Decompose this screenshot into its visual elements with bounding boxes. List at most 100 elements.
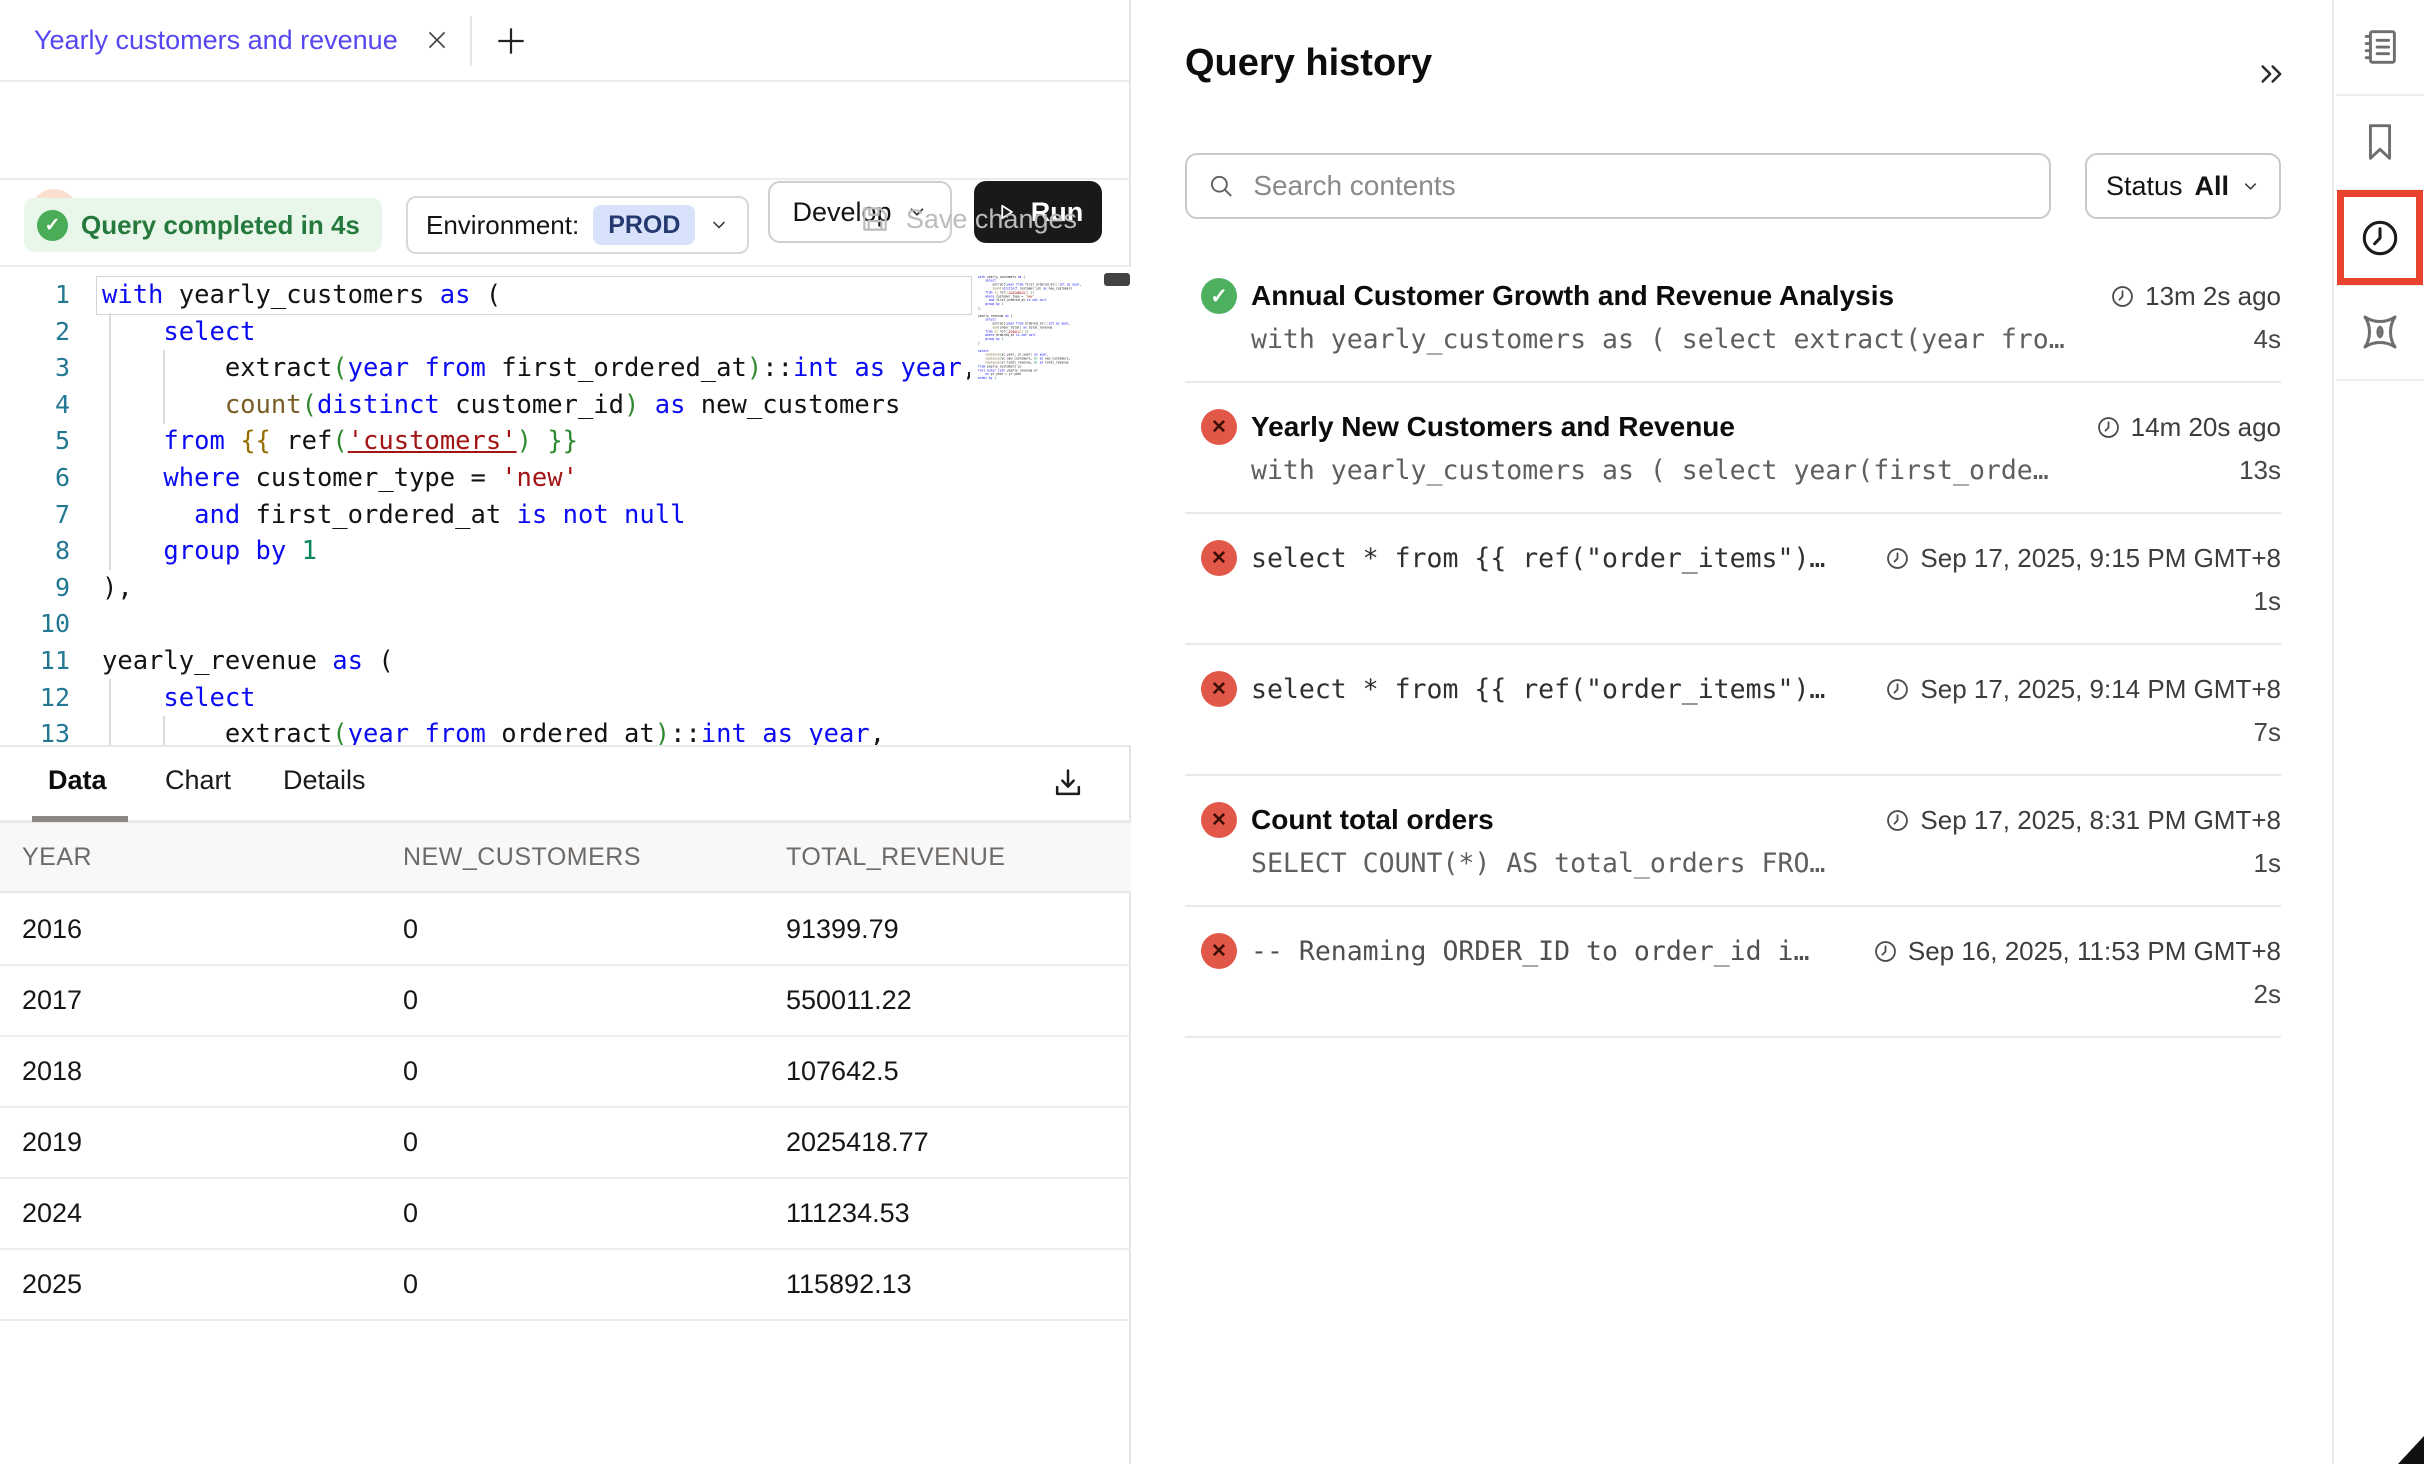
table-cell: 2017 [22, 985, 403, 1016]
code-line[interactable]: yearly_revenue as ( [102, 643, 970, 680]
history-item[interactable]: ✕Yearly New Customers and Revenue14m 20s… [1185, 383, 2281, 514]
table-cell: 2024 [22, 1198, 403, 1229]
compass-icon[interactable] [2336, 285, 2424, 379]
close-tab-icon[interactable] [424, 27, 450, 53]
tab-details[interactable]: Details [283, 765, 366, 796]
table-header: YEAR NEW_CUSTOMERS TOTAL_REVENUE [0, 822, 1131, 893]
table-row[interactable]: 2016091399.79 [0, 895, 1131, 966]
history-item-sql-preview: with yearly_customers as ( select year(f… [1251, 455, 2239, 486]
history-item-title: Count total orders [1251, 804, 1870, 836]
table-cell: 91399.79 [786, 914, 1131, 945]
code-line[interactable]: count(distinct customer_id) as new_custo… [102, 387, 970, 424]
table-cell: 550011.22 [786, 985, 1131, 1016]
history-item[interactable]: ✕ select * from {{ ref("order_items")… Sep… [1185, 645, 2281, 776]
panel-title: Query history [1185, 42, 1432, 85]
table-cell: 2025 [22, 1269, 403, 1300]
query-status-text: Query completed in 4s [81, 210, 360, 241]
line-number: 4 [0, 387, 70, 424]
minimap[interactable]: with yearly_customers as ( select extrac… [978, 275, 1102, 741]
status-filter-dropdown[interactable]: Status All [2085, 153, 2281, 219]
tab-bar: Yearly customers and revenue [0, 0, 1129, 82]
code-line[interactable] [102, 606, 970, 643]
code-line[interactable]: group by 1 [102, 533, 970, 570]
history-item-sql-preview: SELECT COUNT(*) AS total_orders FRO… [1251, 848, 2254, 879]
scrollbar-handle[interactable] [1104, 273, 1130, 286]
editor-panel: Yearly customers and revenue BL Your sav… [0, 0, 1131, 1464]
table-row[interactable]: 20250115892.13 [0, 1250, 1131, 1321]
table-cell: 2019 [22, 1127, 403, 1158]
code-line[interactable]: select [102, 314, 970, 351]
table-cell: 0 [403, 1198, 786, 1229]
tab-yearly-customers-and-revenue[interactable]: Yearly customers and revenue [34, 0, 450, 80]
mouse-cursor [2398, 1436, 2424, 1464]
line-number: 11 [0, 643, 70, 680]
history-item-duration: 2s [2254, 979, 2281, 1010]
sql-editor[interactable]: 1234567891011121314151617181920212223242… [0, 265, 1131, 747]
right-icon-rail [2336, 0, 2424, 1464]
tab-divider [470, 16, 472, 66]
code-line[interactable]: ), [102, 570, 970, 607]
table-cell: 0 [403, 1127, 786, 1158]
environment-dropdown[interactable]: Environment: PROD [406, 196, 749, 254]
double-chevron-right-icon[interactable] [2251, 54, 2291, 94]
line-number: 13 [0, 716, 70, 747]
line-number: 9 [0, 570, 70, 607]
code-line[interactable]: from {{ ref('customers') }} [102, 423, 970, 460]
table-row[interactable]: 20170550011.22 [0, 966, 1131, 1037]
download-icon[interactable] [1048, 763, 1088, 803]
table-row[interactable]: 20180107642.5 [0, 1037, 1131, 1108]
table-cell: 0 [403, 914, 786, 945]
app-window: Yearly customers and revenue BL Your sav… [0, 0, 2424, 1464]
history-item-title: select * from {{ ref("order_items")… [1251, 543, 1870, 574]
history-item-duration: 1s [2254, 848, 2281, 879]
code-line[interactable]: select [102, 680, 970, 717]
line-number: 12 [0, 680, 70, 717]
history-item[interactable]: ✓Annual Customer Growth and Revenue Anal… [1185, 252, 2281, 383]
history-item-time: Sep 16, 2025, 11:53 PM GMT+8 [1872, 936, 2281, 967]
history-clock-icon-active[interactable] [2337, 190, 2423, 285]
history-item-time: Sep 17, 2025, 9:14 PM GMT+8 [1884, 674, 2281, 705]
history-item-duration: 4s [2254, 324, 2281, 355]
history-item-time: Sep 17, 2025, 9:15 PM GMT+8 [1884, 543, 2281, 574]
code-line[interactable]: extract(year from first_ordered_at)::int… [102, 350, 970, 387]
error-status-icon: ✕ [1201, 671, 1237, 707]
code-line[interactable]: where customer_type = 'new' [102, 460, 970, 497]
search-box [1185, 153, 2051, 219]
save-changes-button[interactable]: Save changes [858, 202, 1077, 236]
code-lines[interactable]: with yearly_customers as ( select extrac… [102, 277, 970, 747]
code-line[interactable]: extract(year from ordered_at)::int as ye… [102, 716, 970, 747]
success-status-icon: ✓ [1201, 278, 1237, 314]
history-item[interactable]: ✕-- Renaming ORDER_ID to order_id i…Sep … [1185, 907, 2281, 1038]
code-line[interactable]: order by 1 [978, 376, 1096, 380]
tab-label: Yearly customers and revenue [34, 25, 398, 56]
code-line[interactable]: and first_ordered_at is not null [102, 497, 970, 534]
table-cell: 0 [403, 985, 786, 1016]
code-line[interactable]: with yearly_customers as ( [102, 277, 970, 314]
history-item[interactable]: ✕select * from {{ ref("order_items")…Sep… [1185, 514, 2281, 645]
bookmark-icon[interactable] [2336, 95, 2424, 189]
chevron-down-icon [709, 215, 729, 235]
search-icon [1207, 171, 1235, 201]
table-row[interactable]: 201902025418.77 [0, 1108, 1131, 1179]
search-input[interactable] [1253, 170, 2029, 202]
notebook-icon[interactable] [2336, 0, 2424, 94]
chevron-down-icon [2241, 177, 2260, 196]
new-tab-button[interactable] [492, 22, 530, 60]
history-item-title: select * from {{ ref("order_items")… [1251, 674, 1870, 705]
table-cell: 111234.53 [786, 1198, 1131, 1229]
error-status-icon: ✕ [1201, 933, 1237, 969]
history-item[interactable]: ✕Count total ordersSep 17, 2025, 8:31 PM… [1185, 776, 2281, 907]
table-cell: 0 [403, 1269, 786, 1300]
line-number: 10 [0, 606, 70, 643]
history-item-title: Yearly New Customers and Revenue [1251, 411, 2081, 443]
table-row[interactable]: 20240111234.53 [0, 1179, 1131, 1250]
status-row: ✓ Query completed in 4s Environment: PRO… [0, 180, 1129, 265]
query-status-badge: ✓ Query completed in 4s [24, 198, 382, 252]
tab-chart[interactable]: Chart [165, 765, 231, 796]
history-item-time: 14m 20s ago [2095, 412, 2281, 443]
line-number: 5 [0, 423, 70, 460]
history-item-duration: 7s [2254, 717, 2281, 748]
check-circle-icon: ✓ [37, 210, 68, 241]
history-item-duration: 1s [2254, 586, 2281, 617]
tab-data[interactable]: Data [48, 765, 107, 796]
